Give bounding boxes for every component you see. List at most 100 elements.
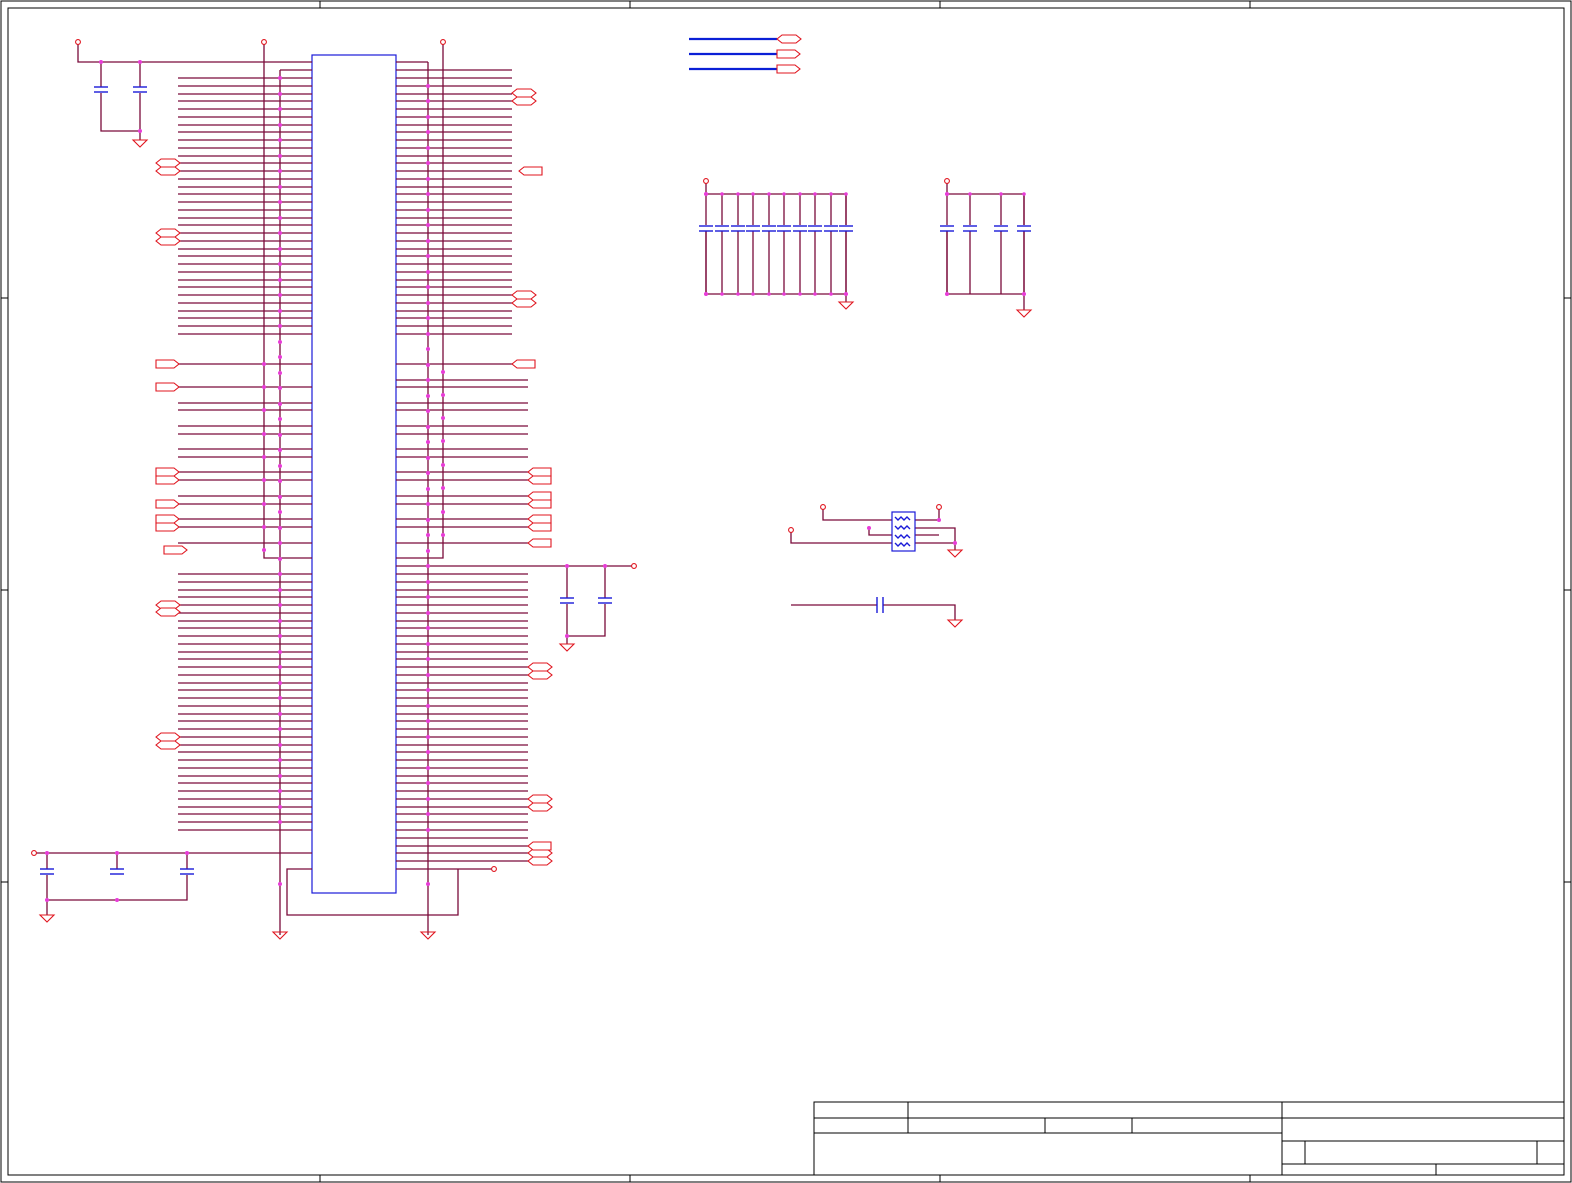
junction-dot bbox=[278, 355, 282, 359]
net-port-input bbox=[527, 491, 552, 501]
junction-dot bbox=[441, 533, 445, 537]
power-symbol bbox=[944, 178, 950, 184]
junction-dot bbox=[262, 408, 266, 412]
junction-dot bbox=[441, 486, 445, 490]
junction-dot bbox=[426, 673, 430, 677]
left-pin-wires bbox=[178, 77, 312, 831]
right-pin-wires bbox=[396, 77, 528, 862]
junction-dot bbox=[426, 719, 430, 723]
net-port-input bbox=[527, 841, 552, 851]
junction-dot bbox=[426, 611, 430, 615]
junction-dot bbox=[278, 650, 282, 654]
junction-dot bbox=[99, 60, 103, 64]
junction-dot bbox=[426, 239, 430, 243]
junction-dot bbox=[426, 332, 430, 336]
junction-dot bbox=[798, 192, 802, 196]
junction-dot bbox=[953, 541, 957, 545]
junction-dot bbox=[278, 526, 282, 530]
junction-dot bbox=[426, 130, 430, 134]
junction-dot bbox=[278, 805, 282, 809]
schematic-sheet bbox=[0, 0, 1572, 1183]
junction-dot bbox=[426, 564, 430, 568]
junction-dot bbox=[262, 432, 266, 436]
junction-dot bbox=[278, 696, 282, 700]
junction-dot bbox=[867, 526, 871, 530]
junction-dot bbox=[426, 657, 430, 661]
net-port-bidirectional bbox=[511, 298, 537, 308]
junction-dot bbox=[945, 292, 949, 296]
junction-dot bbox=[844, 192, 848, 196]
junction-dot bbox=[426, 223, 430, 227]
net-port-output bbox=[155, 499, 180, 509]
junction-dot bbox=[278, 665, 282, 669]
net-port-bidirectional bbox=[511, 290, 537, 300]
junction-dot bbox=[751, 292, 755, 296]
junction-dot bbox=[262, 478, 266, 482]
junction-dot bbox=[278, 247, 282, 251]
junction-dot bbox=[426, 316, 430, 320]
junction-dot bbox=[262, 548, 266, 552]
junction-dot bbox=[278, 371, 282, 375]
junction-dot bbox=[767, 192, 771, 196]
junction-dot bbox=[426, 99, 430, 103]
junction-dot bbox=[262, 525, 266, 529]
junction-dot bbox=[565, 634, 569, 638]
junction-dot bbox=[426, 518, 430, 522]
junction-dot bbox=[426, 363, 430, 367]
junction-dot bbox=[426, 115, 430, 119]
junction-dot bbox=[426, 84, 430, 88]
junction-dot bbox=[278, 510, 282, 514]
junction-dot bbox=[138, 60, 142, 64]
junction-dot bbox=[278, 324, 282, 328]
series-capacitor-net bbox=[791, 604, 956, 620]
junction-dot bbox=[278, 774, 282, 778]
junction-dot bbox=[426, 750, 430, 754]
junction-dot bbox=[426, 270, 430, 274]
series-capacitor[interactable] bbox=[876, 597, 884, 613]
junction-dot bbox=[603, 564, 607, 568]
junction-dot bbox=[278, 216, 282, 220]
junction-dot bbox=[720, 192, 724, 196]
junction-dot bbox=[426, 192, 430, 196]
junction-dot bbox=[426, 735, 430, 739]
net-port-bidirectional bbox=[155, 740, 181, 750]
title-block bbox=[813, 1101, 1565, 1176]
ground-symbol bbox=[1015, 309, 1033, 318]
junction-dot bbox=[426, 471, 430, 475]
junction-dot bbox=[278, 402, 282, 406]
junction-dot bbox=[185, 851, 189, 855]
junction-dot bbox=[426, 425, 430, 429]
net-port-bidirectional bbox=[155, 732, 181, 742]
junction-dot bbox=[426, 409, 430, 413]
ground-symbol bbox=[946, 549, 964, 558]
net-ports bbox=[155, 34, 802, 866]
junction-dot bbox=[720, 292, 724, 296]
net-port-bidirectional bbox=[155, 158, 181, 168]
power-symbol bbox=[788, 527, 794, 533]
net-port-bidirectional bbox=[527, 856, 553, 866]
junction-dot bbox=[782, 292, 786, 296]
junction-dot bbox=[278, 386, 282, 390]
junction-dot bbox=[441, 393, 445, 397]
junction-dot bbox=[426, 161, 430, 165]
junction-dot bbox=[844, 292, 848, 296]
junction-dot bbox=[426, 347, 430, 351]
junction-dot bbox=[278, 882, 282, 886]
junction-dot bbox=[278, 433, 282, 437]
power-symbol bbox=[491, 866, 497, 872]
junction-dot bbox=[278, 262, 282, 266]
junction-dot bbox=[426, 533, 430, 537]
bottom-left-decoupling bbox=[36, 852, 312, 915]
main-ic-body[interactable] bbox=[311, 54, 397, 894]
junction-dot bbox=[278, 92, 282, 96]
junction-dot bbox=[426, 301, 430, 305]
net-port-bidirectional bbox=[776, 34, 802, 44]
junction-dot bbox=[262, 502, 266, 506]
net-port-output bbox=[155, 522, 180, 532]
net-port-bidirectional bbox=[527, 794, 553, 804]
junction-dot bbox=[278, 541, 282, 545]
junction-dot bbox=[426, 882, 430, 886]
junction-dot bbox=[426, 208, 430, 212]
junction-dot bbox=[45, 898, 49, 902]
power-symbol bbox=[703, 178, 709, 184]
